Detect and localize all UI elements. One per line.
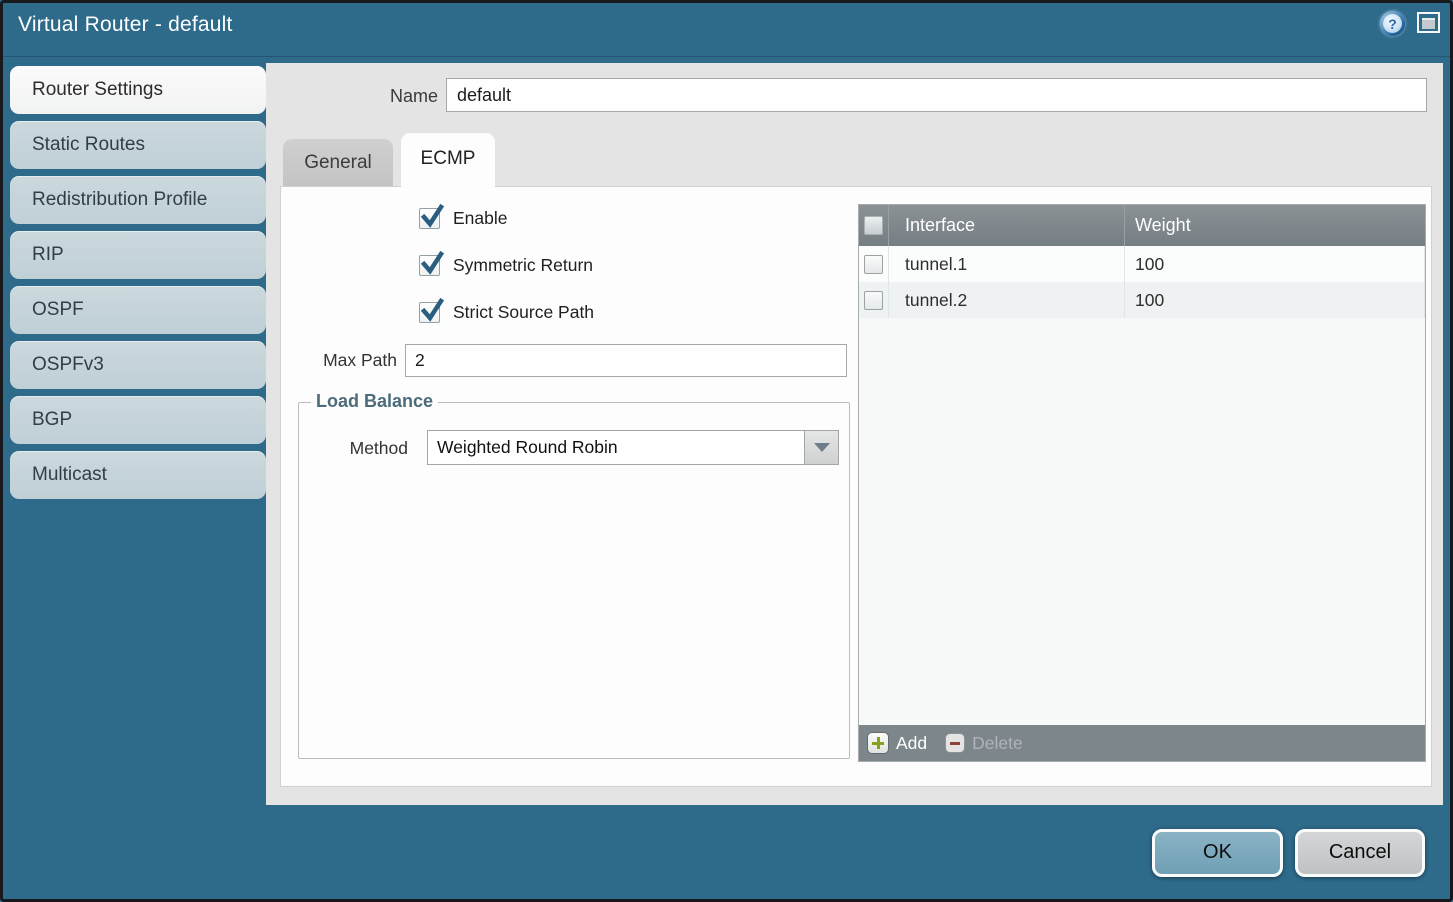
weight-cell: 100	[1125, 282, 1425, 318]
checkmark-icon	[419, 298, 445, 324]
title-bar: Virtual Router - default ?	[0, 0, 1453, 57]
sidebar-item-ospfv3[interactable]: OSPFv3	[10, 341, 266, 389]
method-dropdown[interactable]: Weighted Round Robin	[427, 430, 839, 465]
max-path-label: Max Path	[317, 350, 397, 371]
enable-checkbox[interactable]	[419, 208, 440, 229]
name-input[interactable]	[446, 78, 1427, 112]
row-checkbox[interactable]	[864, 291, 883, 310]
help-question-glyph: ?	[1383, 14, 1402, 33]
enable-label: Enable	[453, 208, 508, 229]
ecmp-tab-content: Enable Symmetric Return Strict Source Pa…	[280, 186, 1432, 787]
max-path-input[interactable]	[405, 344, 847, 377]
load-balance-legend: Load Balance	[311, 391, 438, 412]
table-footer-toolbar: Add Delete	[859, 725, 1425, 761]
delete-button-label: Delete	[972, 733, 1023, 754]
sidebar-item-static-routes[interactable]: Static Routes	[10, 121, 266, 169]
sidebar-item-multicast[interactable]: Multicast	[10, 451, 266, 499]
interface-table: Interface Weight tunnel.1 100 tunnel.2 1…	[858, 204, 1426, 762]
load-balance-fieldset: Load Balance Method Weighted Round Robin	[298, 402, 850, 759]
method-dropdown-value: Weighted Round Robin	[427, 430, 804, 465]
window-icon[interactable]	[1417, 12, 1440, 33]
select-all-checkbox[interactable]	[864, 216, 883, 235]
sidebar-item-ospf[interactable]: OSPF	[10, 286, 266, 334]
main-panel: Name General ECMP Enable Symmetric Retur…	[266, 63, 1443, 805]
strict-source-path-checkbox[interactable]	[419, 302, 440, 323]
strict-source-path-label: Strict Source Path	[453, 302, 594, 323]
sidebar-item-bgp[interactable]: BGP	[10, 396, 266, 444]
row-checkbox[interactable]	[864, 255, 883, 274]
add-plus-icon	[867, 732, 889, 754]
table-row[interactable]: tunnel.1 100	[859, 246, 1425, 282]
add-button-label: Add	[896, 733, 927, 754]
sidebar-item-redistribution-profile[interactable]: Redistribution Profile	[10, 176, 266, 224]
tab-ecmp[interactable]: ECMP	[401, 133, 495, 188]
checkmark-icon	[419, 251, 445, 277]
symmetric-return-label: Symmetric Return	[453, 255, 593, 276]
row-checkbox-cell	[859, 282, 889, 318]
weight-cell: 100	[1125, 246, 1425, 282]
delete-button[interactable]: Delete	[945, 733, 1023, 754]
strict-source-path-checkbox-row: Strict Source Path	[419, 302, 594, 323]
symmetric-return-checkbox[interactable]	[419, 255, 440, 276]
name-label: Name	[366, 86, 438, 107]
cancel-button[interactable]: Cancel	[1295, 829, 1425, 877]
weight-column-header[interactable]: Weight	[1125, 205, 1425, 246]
method-dropdown-button[interactable]	[804, 430, 839, 465]
table-row[interactable]: tunnel.2 100	[859, 282, 1425, 318]
sidebar-item-rip[interactable]: RIP	[10, 231, 266, 279]
enable-checkbox-row: Enable	[419, 208, 508, 229]
interface-column-header[interactable]: Interface	[889, 205, 1125, 246]
sidebar-item-router-settings[interactable]: Router Settings	[10, 66, 266, 114]
ok-button[interactable]: OK	[1152, 829, 1283, 877]
add-button[interactable]: Add	[867, 732, 927, 754]
row-checkbox-cell	[859, 246, 889, 282]
interface-cell: tunnel.2	[889, 282, 1125, 318]
dialog-title: Virtual Router - default	[18, 13, 233, 37]
symmetric-return-checkbox-row: Symmetric Return	[419, 255, 593, 276]
checkmark-icon	[419, 204, 445, 230]
table-header-row: Interface Weight	[859, 205, 1425, 246]
table-empty-area	[859, 318, 1425, 725]
delete-minus-icon	[945, 733, 965, 753]
interface-cell: tunnel.1	[889, 246, 1125, 282]
select-all-cell	[859, 205, 889, 246]
tab-general[interactable]: General	[283, 139, 393, 187]
chevron-down-icon	[814, 443, 830, 452]
method-label: Method	[346, 438, 408, 459]
window-pane-glyph	[1422, 18, 1435, 29]
help-icon[interactable]: ?	[1380, 11, 1405, 36]
sidebar: Router Settings Static Routes Redistribu…	[0, 64, 280, 506]
